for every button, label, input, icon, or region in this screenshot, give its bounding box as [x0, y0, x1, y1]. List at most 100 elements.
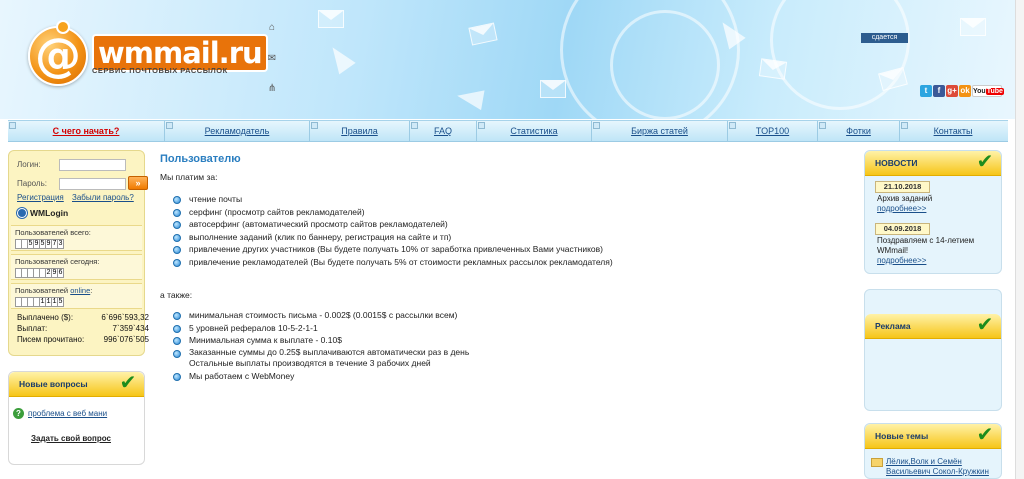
- list-item: минимальная стоимость письма - 0.002$ (0…: [172, 309, 692, 322]
- logo-dot: [56, 20, 70, 34]
- new-questions-panel: Новые вопросы ✔ ? проблема с веб мани За…: [8, 371, 145, 465]
- payouts-value: 7`359`434: [112, 324, 149, 333]
- ads-panel: Реклама ✔: [864, 289, 1002, 411]
- odnoklassniki-icon[interactable]: ok: [959, 85, 971, 97]
- facebook-icon[interactable]: f: [933, 85, 945, 97]
- letters-read-row: Писем прочитано: 996`076`505: [17, 334, 149, 345]
- users-total-label: Пользователей всего:: [15, 228, 91, 237]
- home-icon[interactable]: ⌂: [266, 22, 278, 34]
- topic-item[interactable]: Лёлик,Волк и Семён Васильевич Сокол-Круж…: [871, 457, 999, 477]
- news-date: 04.09.2018: [875, 223, 930, 235]
- users-today-stat: Пользователей сегодня: 2 9 6: [11, 254, 142, 280]
- rent-banner[interactable]: сдается: [861, 33, 908, 43]
- main-nav: С чего начать? Рекламодатель Правила FAQ…: [8, 120, 1008, 142]
- envelope-icon: [758, 58, 788, 80]
- password-label: Пароль:: [17, 179, 47, 188]
- letters-read-label: Писем прочитано:: [17, 335, 85, 344]
- checkmark-icon: ✔: [976, 151, 994, 173]
- decor-swirl: [770, 0, 910, 110]
- news-more-link[interactable]: подробнее>>: [877, 204, 997, 214]
- telegram-icon[interactable]: t: [920, 85, 932, 97]
- question-item[interactable]: ? проблема с веб мани: [13, 408, 107, 420]
- paid-total-row: Выплачено ($): 6`696`593,32: [17, 312, 149, 323]
- site-logo[interactable]: @ wmmail.ru СЕРВИС ПОЧТОВЫХ РАССЫЛОК: [28, 20, 268, 90]
- sitemap-icon[interactable]: ⋔: [266, 83, 278, 95]
- paid-label: Выплачено ($):: [17, 313, 74, 322]
- nav-item-articles[interactable]: Биржа статей: [592, 121, 728, 141]
- checkmark-icon: ✔: [976, 314, 994, 336]
- window-scrollbar[interactable]: [1015, 0, 1024, 479]
- social-links: t f g+ ok YouTube: [920, 85, 1004, 99]
- list-item: Заказанные суммы до 0.25$ выплачиваются …: [172, 347, 692, 370]
- password-input[interactable]: [59, 178, 126, 190]
- letters-read-value: 996`076`505: [103, 335, 149, 344]
- new-questions-title: Новые вопросы: [19, 379, 88, 389]
- counter-digit: 5: [57, 297, 64, 307]
- login-panel: Логин: Пароль: » Регистрация Забыли паро…: [8, 150, 149, 356]
- nav-item-contacts[interactable]: Контакты: [900, 121, 1006, 141]
- nav-item-start[interactable]: С чего начать?: [8, 121, 165, 141]
- list-item: 5 уровней рефералов 10-5-2-1-1: [172, 322, 692, 335]
- also-list: минимальная стоимость письма - 0.002$ (0…: [172, 309, 692, 382]
- news-panel: НОВОСТИ ✔ 21.10.2018 Архив заданий подро…: [864, 150, 1002, 274]
- logo-at-icon: @: [28, 26, 88, 86]
- paid-value: 6`696`593,32: [101, 313, 149, 322]
- list-item-line: Остальные выплаты производятся в течение…: [189, 357, 431, 368]
- nav-item-photos[interactable]: Фотки: [818, 121, 900, 141]
- envelope-icon: [540, 80, 566, 98]
- decor-swirl: [610, 10, 720, 119]
- payouts-label: Выплат:: [17, 324, 48, 333]
- list-item: выполнение заданий (клик по баннеру, рег…: [172, 231, 692, 244]
- users-total-stat: Пользователей всего: 5 9 5 9 7 3: [11, 225, 142, 251]
- news-text: Архив заданий: [877, 194, 933, 203]
- list-item: серфинг (просмотр сайтов рекламодателей): [172, 206, 692, 219]
- wmlogin-label: WMLogin: [30, 208, 69, 218]
- news-item: Архив заданий подробнее>>: [877, 194, 997, 214]
- question-link[interactable]: проблема с веб мани: [28, 408, 107, 420]
- mail-icon[interactable]: ✉: [266, 53, 278, 65]
- page-title: Пользователю: [160, 153, 241, 165]
- users-online-counter: 1 1 1 5: [15, 297, 138, 307]
- users-total-counter: 5 9 5 9 7 3: [15, 239, 138, 249]
- logo-text: wmmail.ru: [92, 34, 268, 72]
- nav-item-statistics[interactable]: Статистика: [477, 121, 592, 141]
- nav-item-rules[interactable]: Правила: [310, 121, 410, 141]
- ask-question-link[interactable]: Задать свой вопрос: [31, 434, 111, 443]
- forgot-password-link[interactable]: Забыли пароль?: [72, 192, 134, 204]
- logo-subtitle: СЕРВИС ПОЧТОВЫХ РАССЫЛОК: [92, 66, 228, 75]
- news-item: Поздравляем с 14-летием WMmail! подробне…: [877, 236, 997, 266]
- login-submit-button[interactable]: »: [128, 176, 148, 190]
- online-link[interactable]: online: [70, 286, 90, 295]
- youtube-icon[interactable]: YouTube: [972, 85, 1004, 97]
- list-item: привлечение других участников (Вы будете…: [172, 243, 692, 256]
- payouts-row: Выплат: 7`359`434: [17, 323, 149, 334]
- counter-digit: 6: [57, 268, 64, 278]
- users-online-label: Пользователей online:: [15, 286, 93, 295]
- checkmark-icon: ✔: [119, 372, 137, 394]
- pay-list: чтение почты серфинг (просмотр сайтов ре…: [172, 193, 692, 269]
- list-item: Мы работаем с WebMoney: [172, 370, 692, 383]
- list-item: Минимальная сумма к выплате - 0.10$: [172, 334, 692, 347]
- register-link[interactable]: Регистрация: [17, 192, 64, 204]
- news-text: Поздравляем с 14-летием WMmail!: [877, 236, 975, 255]
- news-header: НОВОСТИ ✔: [865, 151, 1001, 176]
- news-date: 21.10.2018: [875, 181, 930, 193]
- nav-item-faq[interactable]: FAQ: [410, 121, 477, 141]
- news-more-link[interactable]: подробнее>>: [877, 256, 997, 266]
- checkmark-icon: ✔: [976, 424, 994, 446]
- wmlogin-button[interactable]: WMLogin: [17, 207, 68, 219]
- folder-icon: [871, 458, 883, 467]
- google-plus-icon[interactable]: g+: [946, 85, 958, 97]
- ads-title: Реклама: [875, 321, 911, 331]
- topic-link[interactable]: Лёлик,Волк и Семён Васильевич Сокол-Круж…: [886, 457, 999, 477]
- nav-item-advertiser[interactable]: Рекламодатель: [165, 121, 310, 141]
- ads-spacer: [865, 290, 1001, 314]
- cursor-decor-icon: [455, 85, 485, 111]
- envelope-icon: [960, 18, 986, 36]
- login-input[interactable]: [59, 159, 126, 171]
- site-header: @ wmmail.ru СЕРВИС ПОЧТОВЫХ РАССЫЛОК ⌂ ✉…: [0, 0, 1024, 119]
- new-topics-panel: Новые темы ✔ Лёлик,Волк и Семён Васильев…: [864, 423, 1002, 479]
- pay-intro: Мы платим за:: [160, 172, 218, 182]
- login-label: Логин:: [17, 160, 41, 169]
- nav-item-top100[interactable]: TOP100: [728, 121, 818, 141]
